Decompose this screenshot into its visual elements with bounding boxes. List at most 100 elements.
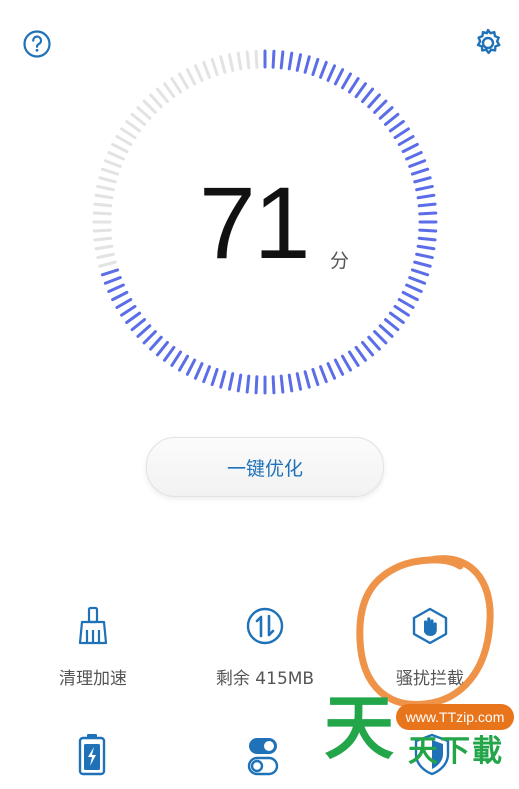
gauge-tick-active [393,127,410,140]
gauge-tick-active [227,372,235,391]
gauge-tick-inactive [185,68,197,86]
gauge-tick-active [202,365,211,384]
gauge-tick-active [103,276,122,285]
gauge-tick-active [295,53,303,72]
gauge-tick-active [347,350,360,367]
app-toggle-icon [247,738,279,776]
gauge-tick-inactive [245,50,251,70]
gauge-tick-active [378,324,394,338]
gauge-tick-active [341,72,352,90]
gauge-tick-active [136,324,152,338]
gauge-tick-active [326,64,337,82]
gauge-tick-active [236,373,243,393]
gauge-tick-active [347,77,360,94]
gauge-tick-inactive [254,49,259,69]
gauge-tick-active [287,51,294,71]
gauge-tick-active [326,362,337,380]
gauge-tick-inactive [125,119,142,133]
tool-battery[interactable] [70,732,114,776]
gauge-tick-active [120,304,137,317]
gauge-tick-active [115,298,133,309]
gauge-tick-active [303,370,311,389]
gauge-tick-inactive [149,93,163,109]
gauge-tick-active [279,374,285,394]
gauge-tick-active [410,167,430,176]
gauge-tick-active [100,268,120,277]
gauge-tick-active [418,211,438,216]
gauge-tick-inactive [93,236,113,242]
tool-storage-remaining[interactable]: 剩余 415MB [190,604,340,689]
gauge-tick-active [417,202,437,208]
gauge-tick-active [311,367,320,387]
gauge-tick-inactive [94,193,114,200]
tool-storage-label: 剩余 415MB [215,669,315,689]
score-value: 71 [199,166,310,280]
tool-clean-label: 清理加速 [59,669,127,689]
gauge-tick-inactive [130,112,147,126]
gauge-tick-active [271,49,276,69]
gauge-tick-inactive [93,202,113,208]
gauge-tick-active [333,68,345,86]
gauge-tick-active [162,345,176,362]
gauge-tick-active [413,176,432,184]
gauge-tick-active [405,283,423,294]
watermark-big-glyph: 天 [324,687,394,769]
gauge-tick-inactive [94,244,114,251]
gauge-tick-active [107,283,125,294]
gauge-tick-active [373,99,388,114]
gauge-tick-active [170,350,183,367]
gauge-tick-active [397,298,415,309]
gauge-tick-active [367,335,381,351]
gauge-tick-inactive [227,53,235,72]
gauge-tick-active [210,367,219,387]
gauge-tick-active [185,358,197,376]
gauge-tick-active [341,354,352,372]
gauge-tick-inactive [92,228,112,233]
gauge-tick-active [149,335,163,351]
tool-app-manager[interactable] [241,734,285,778]
gauge-tick-inactive [98,176,117,184]
tool-clean-speedup[interactable]: 清理加速 [18,604,168,689]
gauge-tick-active [155,340,169,357]
gauge-tick-active [245,374,251,394]
optimize-button[interactable]: 一键优化 [146,437,384,497]
gauge-tick-inactive [111,142,129,154]
gauge-tick-active [415,184,434,192]
gauge-tick-inactive [120,127,137,140]
gauge-tick-inactive [170,77,183,94]
gauge-tick-inactive [155,87,169,104]
gauge-tick-inactive [115,135,133,146]
gauge-tick-active [178,354,189,372]
gauge-tick-active [354,345,368,362]
gauge-tick-inactive [162,82,176,99]
gauge-tick-inactive [98,260,117,268]
gauge-tick-inactive [193,64,204,82]
gauge-tick-active [354,82,368,99]
tool-block-label: 骚扰拦截 [396,669,464,689]
gauge-tick-active [125,311,142,325]
gauge-tick-active [378,106,394,120]
gauge-tick-active [388,119,405,133]
tool-harassment-block[interactable]: 骚扰拦截 [355,604,505,689]
gauge-tick-inactive [136,106,152,120]
gauge-tick-active [130,318,147,332]
hand-shield-icon [412,607,448,645]
gauge-tick-inactive [96,184,115,192]
gauge-tick-active [408,159,427,168]
watermark-url: www.TTzip.com [396,704,514,730]
gauge-tick-active [361,87,375,104]
gauge-tick-active [413,260,432,268]
tool-security[interactable] [410,732,454,776]
gauge-tick-active [416,244,436,251]
gauge-tick-inactive [236,51,243,71]
gauge-tick-active [416,193,436,200]
broom-icon [78,606,108,645]
gauge-tick-active [388,311,405,325]
gauge-tick-active [319,365,328,384]
gauge-tick-active [405,150,423,161]
gauge-tick-active [401,290,419,302]
gauge-tick-inactive [178,72,189,90]
gauge-tick-inactive [210,57,219,77]
gauge-tick-active [367,93,381,109]
gauge-tick-active [111,290,129,302]
